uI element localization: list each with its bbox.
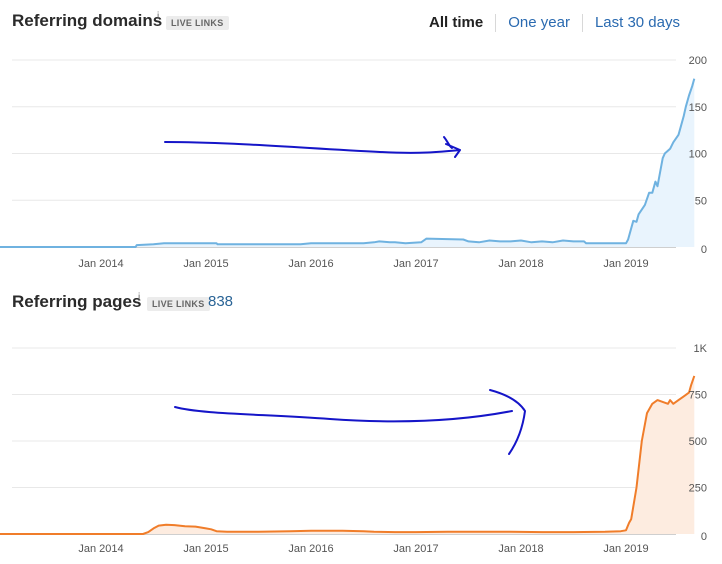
- y-tick-label: 1K: [694, 343, 708, 355]
- x-tick-label: Jan 2016: [288, 543, 333, 555]
- referring-pages-title: Referring pages: [12, 292, 142, 311]
- y-tick-label: 200: [689, 55, 707, 67]
- y-tick-label: 150: [689, 102, 707, 114]
- time-range-tabs: All time One year Last 30 days: [417, 14, 692, 32]
- series-area: [0, 375, 695, 534]
- tab-last-30-days[interactable]: Last 30 days: [581, 14, 692, 32]
- y-tick-label: 100: [689, 149, 707, 161]
- x-tick-label: Jan 2019: [603, 258, 648, 270]
- x-tick-label: Jan 2015: [183, 543, 228, 555]
- series-line[interactable]: [0, 78, 696, 248]
- x-tick-label: Jan 2018: [498, 543, 543, 555]
- live-links-badge: LIVE LINKS: [147, 297, 210, 311]
- x-tick-label: Jan 2016: [288, 258, 333, 270]
- y-tick-label: 250: [689, 483, 707, 495]
- x-tick-label: Jan 2014: [78, 543, 123, 555]
- y-tick-label: 750: [689, 390, 707, 402]
- referring-pages-count: 838: [208, 293, 234, 310]
- backlinks-overview: Referring domains i LIVE LINKS All time …: [0, 0, 722, 564]
- tab-all-time[interactable]: All time: [417, 14, 495, 32]
- live-links-badge: LIVE LINKS: [166, 16, 229, 30]
- series-area: [0, 78, 695, 247]
- series-line[interactable]: [0, 375, 696, 535]
- annotation-arrow: [174, 389, 526, 455]
- tab-one-year[interactable]: One year: [495, 14, 582, 32]
- referring-domains-title: Referring domains: [12, 11, 163, 30]
- x-tick-label: Jan 2017: [393, 543, 438, 555]
- info-icon[interactable]: i: [157, 11, 159, 22]
- x-tick-label: Jan 2017: [393, 258, 438, 270]
- info-icon[interactable]: i: [138, 292, 140, 303]
- y-tick-label-zero: 0: [701, 244, 707, 256]
- x-tick-label: Jan 2018: [498, 258, 543, 270]
- y-tick-label: 500: [689, 436, 707, 448]
- x-tick-label: Jan 2015: [183, 258, 228, 270]
- x-tick-label: Jan 2014: [78, 258, 123, 270]
- referring-pages-chart: 250 500 750 1K 0 Jan 2014 Jan 2015 Jan 2016 Jan …: [0, 343, 708, 555]
- y-tick-label: 50: [695, 195, 707, 207]
- referring-domains-chart: 50 100 150 200 0 Jan 2014 Jan 2015 Jan 2016 Jan …: [0, 55, 707, 270]
- y-tick-label-zero: 0: [701, 531, 707, 543]
- x-tick-label: Jan 2019: [603, 543, 648, 555]
